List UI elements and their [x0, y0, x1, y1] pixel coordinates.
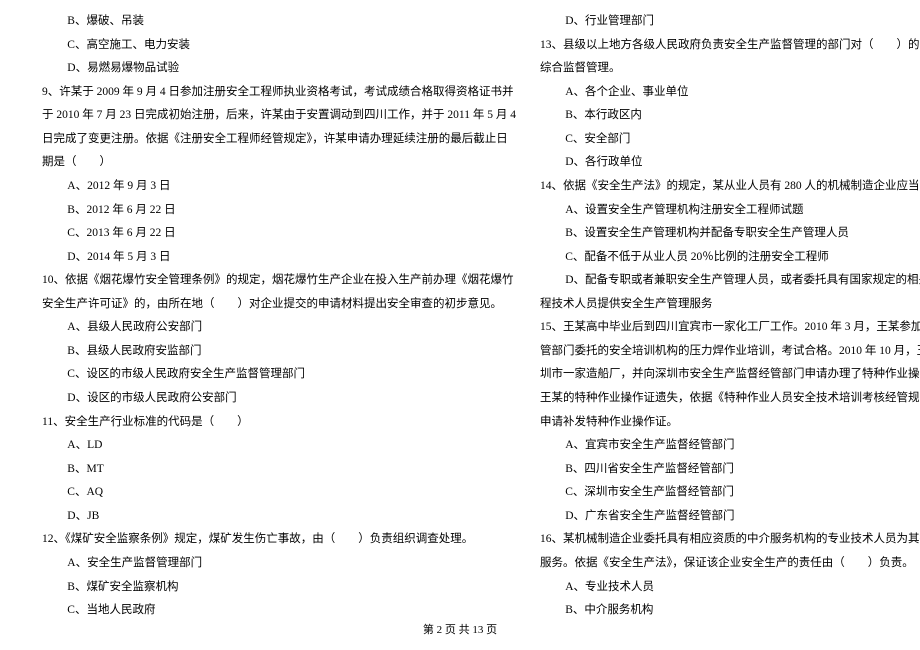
q11-opt-c: C、AQ [42, 481, 516, 505]
left-column: B、爆破、吊装 C、高空施工、电力安装 D、易燃易爆物品试验 9、许某于 200… [30, 10, 528, 620]
q15-stem-l5: 申请补发特种作业操作证。 [540, 411, 920, 435]
q16-opt-a: A、专业技术人员 [540, 576, 920, 600]
q15-opt-d: D、广东省安全生产监督经管部门 [540, 505, 920, 529]
q8-opt-c: C、高空施工、电力安装 [42, 34, 516, 58]
q11-opt-d: D、JB [42, 505, 516, 529]
q9-opt-b: B、2012 年 6 月 22 日 [42, 199, 516, 223]
q12-opt-d: D、行业管理部门 [540, 10, 920, 34]
q13-opt-b: B、本行政区内 [540, 104, 920, 128]
q11-opt-b: B、MT [42, 458, 516, 482]
q14-opt-a: A、设置安全生产管理机构注册安全工程师试题 [540, 199, 920, 223]
q14-opt-b: B、设置安全生产管理机构并配备专职安全生产管理人员 [540, 222, 920, 246]
q9-stem-l2: 于 2010 年 7 月 23 日完成初始注册，后来，许某由于安置调动到四川工作… [42, 104, 516, 128]
q13-opt-c: C、安全部门 [540, 128, 920, 152]
q11-stem: 11、安全生产行业标准的代码是（ ） [42, 411, 516, 435]
q14-opt-c: C、配备不低于从业人员 20％比例的注册安全工程师 [540, 246, 920, 270]
q13-stem-l2: 综合监督管理。 [540, 57, 920, 81]
q10-opt-c: C、设区的市级人民政府安全生产监督管理部门 [42, 363, 516, 387]
q13-stem-l1: 13、县级以上地方各级人民政府负责安全生产监督管理的部门对（ ）的安全生产工作实… [540, 34, 920, 58]
q14-opt-d-l2: 程技术人员提供安全生产管理服务 [540, 293, 920, 317]
page-footer: 第 2 页 共 13 页 [0, 620, 920, 650]
q14-stem: 14、依据《安全生产法》的规定，某从业人员有 280 人的机械制造企业应当（ ） [540, 175, 920, 199]
q13-opt-a: A、各个企业、事业单位 [540, 81, 920, 105]
q16-opt-b: B、中介服务机构 [540, 599, 920, 623]
page-content: B、爆破、吊装 C、高空施工、电力安装 D、易燃易爆物品试验 9、许某于 200… [0, 0, 920, 620]
q15-opt-c: C、深圳市安全生产监督经管部门 [540, 481, 920, 505]
q8-opt-b: B、爆破、吊装 [42, 10, 516, 34]
q10-opt-b: B、县级人民政府安监部门 [42, 340, 516, 364]
q15-stem-l1: 15、王某高中毕业后到四川宜宾市一家化工厂工作。2010 年 3 月，王某参加市… [540, 316, 920, 340]
q10-stem-l2: 安全生产许可证》的，由所在地（ ）对企业提交的申请材料提出安全审查的初步意见。 [42, 293, 516, 317]
q9-opt-a: A、2012 年 9 月 3 日 [42, 175, 516, 199]
q15-opt-b: B、四川省安全生产监督经管部门 [540, 458, 920, 482]
q10-stem-l1: 10、依据《烟花爆竹安全管理条例》的规定，烟花爆竹生产企业在投入生产前办理《烟花… [42, 269, 516, 293]
q9-opt-d: D、2014 年 5 月 3 日 [42, 246, 516, 270]
q15-stem-l3: 圳市一家造船厂，并向深圳市安全生产监督经管部门申请办理了特种作业操作证。2011… [540, 363, 920, 387]
q8-opt-d: D、易燃易爆物品试验 [42, 57, 516, 81]
q15-stem-l2: 管部门委托的安全培训机构的压力焊作业培训，考试合格。2010 年 10 月，王某… [540, 340, 920, 364]
q10-opt-a: A、县级人民政府公安部门 [42, 316, 516, 340]
right-column: D、行业管理部门 13、县级以上地方各级人民政府负责安全生产监督管理的部门对（ … [528, 10, 920, 620]
q12-opt-a: A、安全生产监督管理部门 [42, 552, 516, 576]
q13-opt-d: D、各行政单位 [540, 151, 920, 175]
q16-stem-l2: 服务。依据《安全生产法》，保证该企业安全生产的责任由（ ）负责。 [540, 552, 920, 576]
q9-stem-l3: 日完成了变更注册。依据《注册安全工程师经管规定》，许某申请办理延续注册的最后截止… [42, 128, 516, 152]
q12-opt-b: B、煤矿安全监察机构 [42, 576, 516, 600]
q12-stem: 12、《煤矿安全监察条例》规定，煤矿发生伤亡事故，由（ ）负责组织调查处理。 [42, 528, 516, 552]
q9-stem-l1: 9、许某于 2009 年 9 月 4 日参加注册安全工程师执业资格考试，考试成绩… [42, 81, 516, 105]
q9-stem-l4: 期是（ ） [42, 151, 516, 175]
q14-opt-d-l1: D、配备专职或者兼职安全生产管理人员，或者委托具有国家规定的相关专业技术资格的工 [540, 269, 920, 293]
q15-stem-l4: 王某的特种作业操作证遗失，依据《特种作业人员安全技术培训考核经管规定》，王某应向… [540, 387, 920, 411]
q16-stem-l1: 16、某机械制造企业委托具有相应资质的中介服务机构的专业技术人员为其提供安全生产… [540, 528, 920, 552]
q11-opt-a: A、LD [42, 434, 516, 458]
q10-opt-d: D、设区的市级人民政府公安部门 [42, 387, 516, 411]
q9-opt-c: C、2013 年 6 月 22 日 [42, 222, 516, 246]
q15-opt-a: A、宜宾市安全生产监督经管部门 [540, 434, 920, 458]
